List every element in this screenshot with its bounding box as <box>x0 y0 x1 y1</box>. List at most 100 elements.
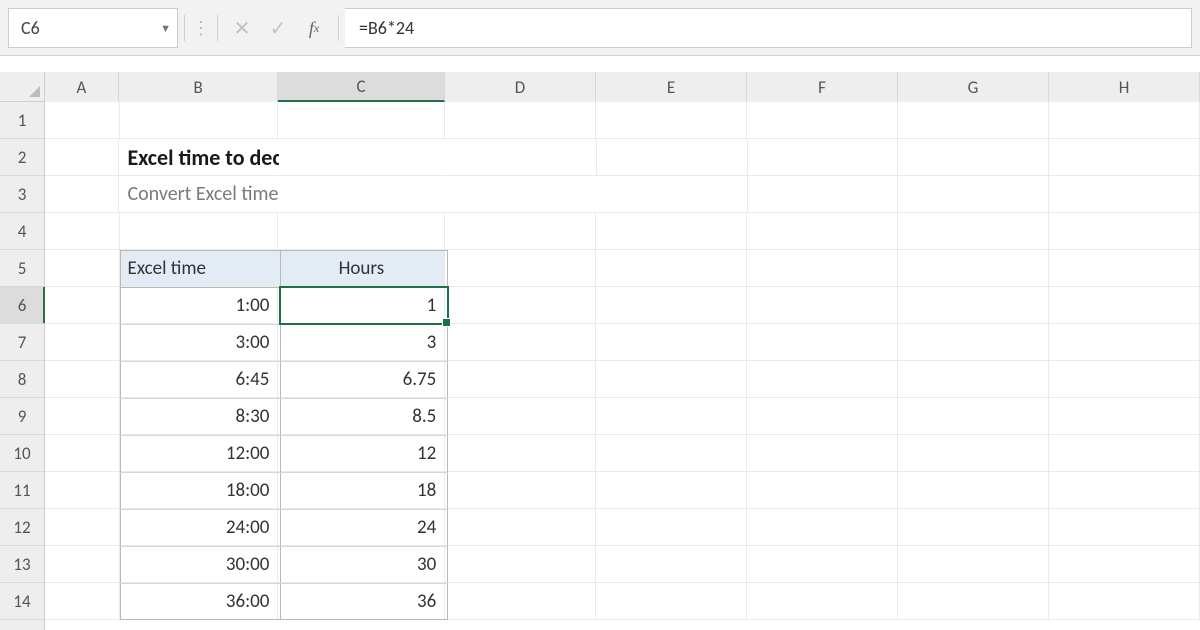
cell[interactable] <box>898 139 1049 176</box>
cell[interactable] <box>278 213 445 250</box>
cell[interactable] <box>1049 472 1200 509</box>
cell[interactable] <box>1049 176 1200 213</box>
cell[interactable] <box>445 361 596 398</box>
grid-cells[interactable]: Excel time to decimal hours Convert Exce… <box>45 102 1200 630</box>
cell-hours[interactable]: 8.5 <box>278 398 445 435</box>
row-header[interactable]: 8 <box>0 361 44 398</box>
cell[interactable] <box>898 102 1049 139</box>
col-header-h[interactable]: H <box>1049 72 1200 102</box>
cell[interactable] <box>596 509 747 546</box>
col-header-g[interactable]: G <box>898 72 1049 102</box>
cell[interactable] <box>596 324 747 361</box>
table-header-hours[interactable]: Hours <box>278 250 445 287</box>
cell[interactable] <box>596 361 747 398</box>
cell[interactable] <box>898 398 1049 435</box>
cell-hours[interactable]: 30 <box>278 546 445 583</box>
cell-time[interactable]: 30:00 <box>120 546 279 583</box>
cell[interactable] <box>45 213 120 250</box>
cell[interactable] <box>596 213 747 250</box>
cell-hours[interactable]: 6.75 <box>278 361 445 398</box>
row-header[interactable]: 3 <box>0 176 44 213</box>
cell[interactable] <box>898 472 1049 509</box>
cell[interactable] <box>45 287 120 324</box>
cell[interactable] <box>1049 250 1200 287</box>
cell[interactable] <box>596 398 747 435</box>
cell[interactable] <box>45 139 119 176</box>
cell[interactable] <box>898 213 1049 250</box>
cell[interactable] <box>445 213 596 250</box>
cell[interactable] <box>45 398 120 435</box>
cell[interactable] <box>1049 361 1200 398</box>
cell-hours[interactable]: 18 <box>278 472 445 509</box>
cell-time[interactable]: 18:00 <box>120 472 279 509</box>
cell[interactable] <box>45 509 120 546</box>
cell[interactable] <box>45 250 120 287</box>
cell[interactable] <box>747 287 898 324</box>
col-header-b[interactable]: B <box>119 72 278 102</box>
cell[interactable] <box>45 324 120 361</box>
cell[interactable] <box>747 583 898 620</box>
cell[interactable] <box>45 546 120 583</box>
row-header[interactable]: 2 <box>0 139 44 176</box>
insert-function-button[interactable]: fx <box>296 8 332 48</box>
cell-hours[interactable]: 12 <box>278 435 445 472</box>
cell-time[interactable]: 1:00 <box>120 287 279 324</box>
cell[interactable] <box>747 361 898 398</box>
cell-hours[interactable]: 1 <box>278 287 445 324</box>
cell-hours[interactable]: 24 <box>278 509 445 546</box>
cell-time[interactable]: 36:00 <box>120 583 279 620</box>
cell[interactable] <box>45 102 120 139</box>
select-all-button[interactable] <box>0 72 45 102</box>
cell[interactable] <box>1049 546 1200 583</box>
cell[interactable] <box>445 102 596 139</box>
cell[interactable] <box>1049 398 1200 435</box>
cell[interactable] <box>445 398 596 435</box>
cell[interactable] <box>445 546 596 583</box>
cell[interactable] <box>748 176 899 213</box>
cell[interactable] <box>596 435 747 472</box>
cell[interactable] <box>1049 324 1200 361</box>
cell[interactable] <box>446 139 597 176</box>
col-header-f[interactable]: F <box>747 72 898 102</box>
table-header-time[interactable]: Excel time <box>120 250 279 287</box>
cell[interactable] <box>596 546 747 583</box>
cell-time[interactable]: 24:00 <box>120 509 279 546</box>
cell[interactable] <box>446 176 597 213</box>
cell[interactable] <box>748 139 899 176</box>
cell[interactable] <box>1049 509 1200 546</box>
col-header-d[interactable]: D <box>445 72 596 102</box>
cell[interactable] <box>898 546 1049 583</box>
cell[interactable] <box>596 287 747 324</box>
page-subtitle[interactable]: Convert Excel time values to decimal hou… <box>119 176 279 213</box>
cell[interactable] <box>45 176 119 213</box>
cell[interactable] <box>45 583 120 620</box>
cell[interactable] <box>747 250 898 287</box>
cell[interactable] <box>445 472 596 509</box>
cell[interactable] <box>279 176 446 213</box>
cell[interactable] <box>596 250 747 287</box>
row-header[interactable]: 10 <box>0 435 44 472</box>
cell[interactable] <box>898 583 1049 620</box>
row-header[interactable]: 7 <box>0 324 44 361</box>
cell[interactable] <box>1049 583 1200 620</box>
cell[interactable] <box>747 509 898 546</box>
cell[interactable] <box>120 213 279 250</box>
name-box[interactable]: C6 ▼ <box>8 8 178 48</box>
cell[interactable] <box>597 139 748 176</box>
cell[interactable] <box>1049 102 1200 139</box>
cell[interactable] <box>898 250 1049 287</box>
col-header-c[interactable]: C <box>278 72 445 102</box>
row-header[interactable]: 13 <box>0 546 44 583</box>
cell[interactable] <box>445 324 596 361</box>
cell[interactable] <box>278 102 445 139</box>
cell[interactable] <box>1049 435 1200 472</box>
cell[interactable] <box>747 472 898 509</box>
cell[interactable] <box>445 583 596 620</box>
name-box-dropdown-icon[interactable]: ▼ <box>160 22 171 35</box>
cell[interactable] <box>898 176 1049 213</box>
cell-time[interactable]: 6:45 <box>120 361 279 398</box>
cell[interactable] <box>1049 287 1200 324</box>
cell[interactable] <box>445 250 596 287</box>
row-header[interactable]: 12 <box>0 509 44 546</box>
cell[interactable] <box>747 546 898 583</box>
